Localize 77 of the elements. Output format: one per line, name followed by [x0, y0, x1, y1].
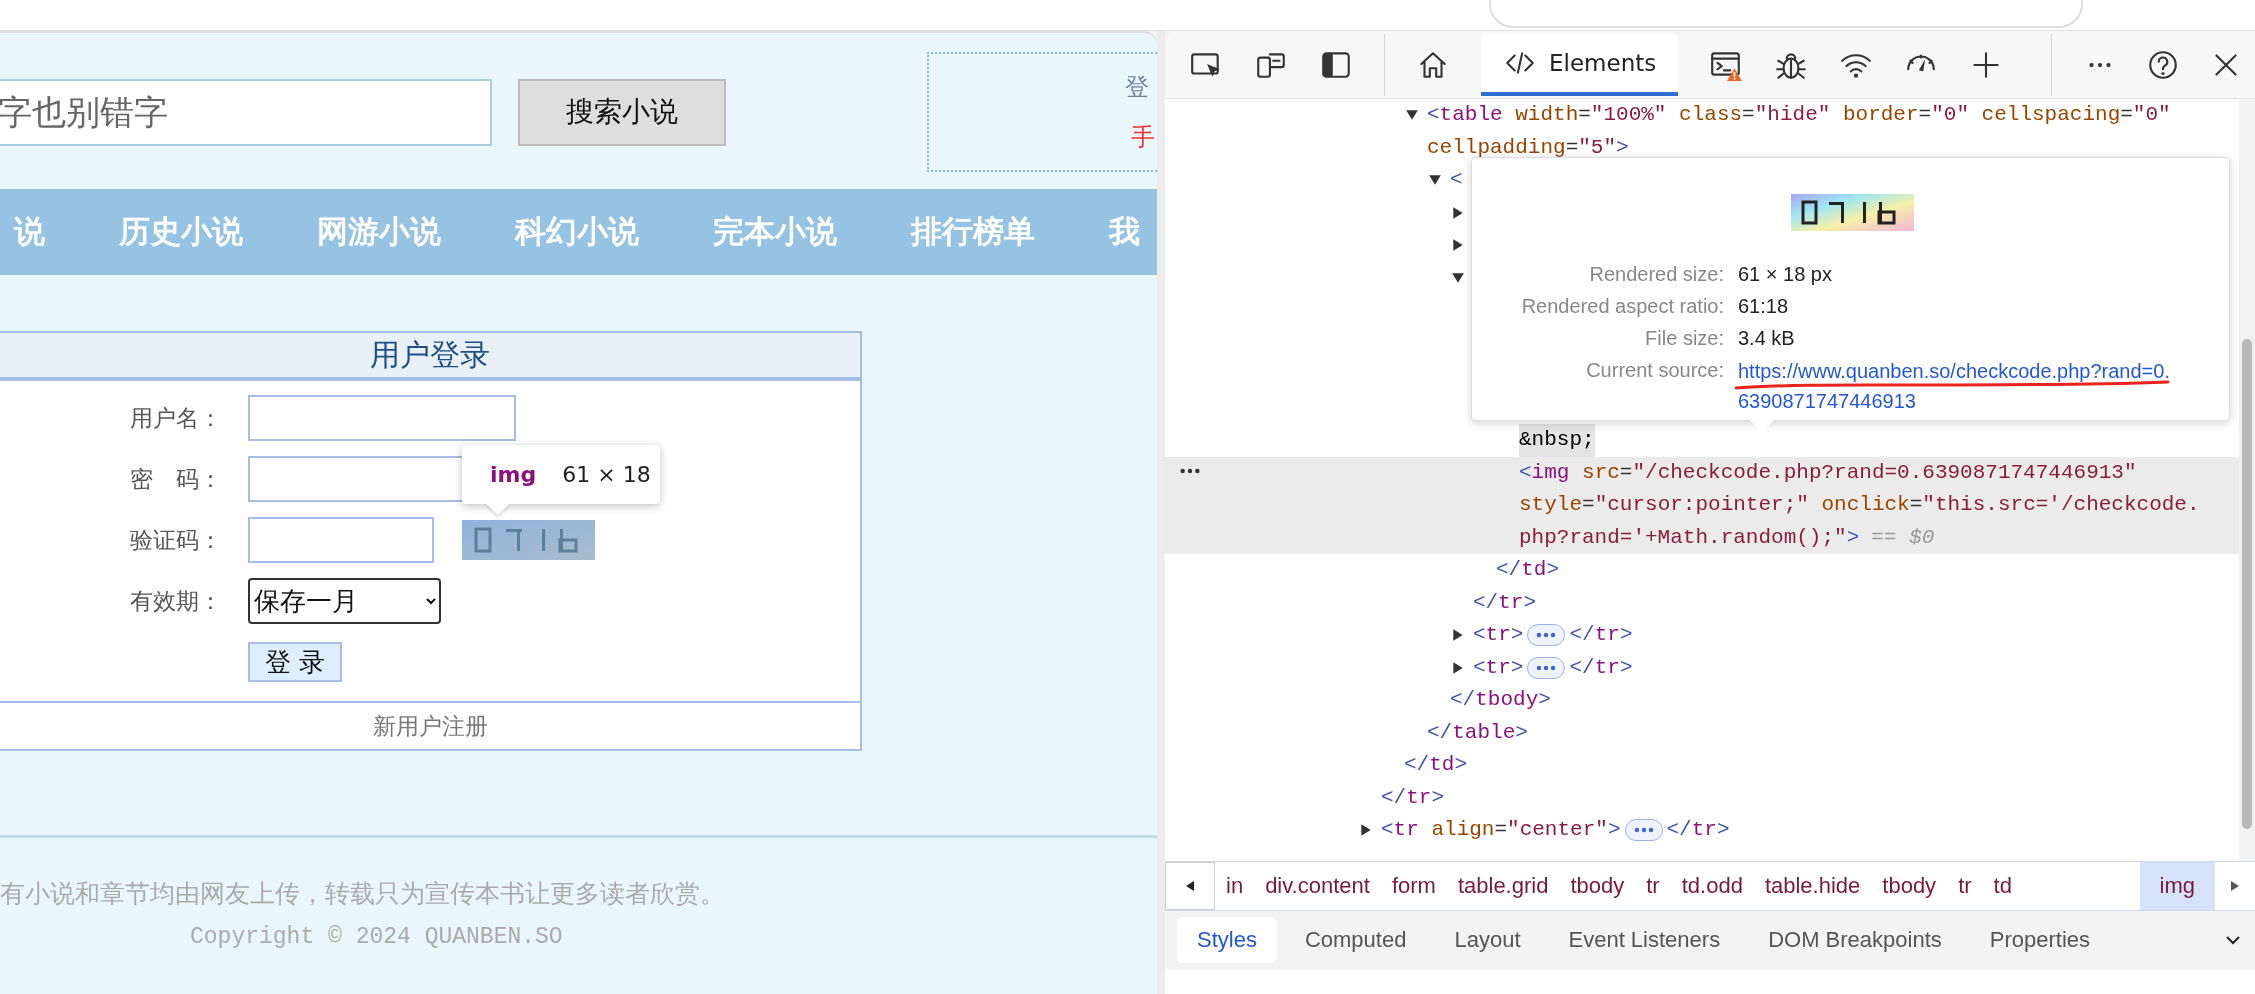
- expand-node-button[interactable]: [1527, 656, 1566, 679]
- panel-tab[interactable]: Layout: [1434, 917, 1541, 963]
- breadcrumb-item[interactable]: div.content: [1254, 862, 1381, 910]
- code-line: cellpadding="5">: [1427, 134, 1629, 161]
- chevron-down-icon[interactable]: [2225, 935, 2241, 945]
- breadcrumb-item[interactable]: img: [2139, 862, 2215, 910]
- breadcrumb-item[interactable]: td: [1982, 862, 2023, 910]
- code-line: style="cursor:pointer;" onclick="this.src='/checkcode.: [1519, 492, 2200, 518]
- code-line: <: [1450, 167, 1463, 193]
- property-label: Rendered size:: [1588, 262, 1724, 287]
- code-line: </tr>: [1569, 654, 1633, 681]
- field-label: 验证码：: [129, 526, 222, 555]
- breadcrumb-item[interactable]: tr: [1635, 862, 1671, 910]
- username-field[interactable]: [248, 395, 516, 441]
- caret-left-icon: [1185, 880, 1195, 892]
- code-line: </tr>: [1381, 784, 1445, 811]
- period-select[interactable]: 保存一月: [248, 578, 441, 624]
- code-line: <tr>: [1473, 622, 1524, 648]
- expand-arrow-icon[interactable]: [1359, 823, 1373, 838]
- source-link[interactable]: https://www.quanben.so/checkcode.php?rand=0.6390871747446913: [1738, 354, 2178, 416]
- caret-right-icon: [2230, 880, 2240, 892]
- copyright: Copyright © 2024 QUANBEN.SO: [190, 924, 563, 950]
- expand-arrow-icon[interactable]: [1451, 628, 1465, 643]
- code-line: </tr>: [1666, 817, 1730, 843]
- property-label: Current source:: [1585, 358, 1724, 383]
- login-link[interactable]: 手: [1131, 121, 1155, 153]
- code-line: </tr>: [1473, 589, 1537, 616]
- breadcrumb-item[interactable]: td.odd: [1670, 862, 1754, 910]
- expand-node-button[interactable]: [1624, 819, 1663, 842]
- property-label: File size:: [1644, 326, 1724, 351]
- login-title: 用户登录: [0, 333, 860, 381]
- login-button[interactable]: 登 录: [248, 642, 342, 682]
- more-icon[interactable]: [1179, 466, 1201, 475]
- panel-tab[interactable]: Computed: [1284, 917, 1427, 963]
- breadcrumb-item[interactable]: tr: [1947, 862, 1983, 910]
- code-line: </tbody>: [1450, 687, 1551, 713]
- search-button[interactable]: 搜索小说: [518, 78, 726, 146]
- property-label: Rendered aspect ratio:: [1520, 294, 1724, 319]
- code-line: </table>: [1427, 719, 1528, 746]
- footer-notice: 有小说和章节均由网友上传，转载只为宣传本书让更多读者欣赏。: [0, 879, 726, 909]
- code-line: <tr>: [1473, 654, 1524, 681]
- breadcrumb-item[interactable]: in: [1215, 862, 1255, 910]
- collapse-arrow-icon[interactable]: [1451, 270, 1465, 285]
- code-line: <table width="100%" class="hide" border="0" cellspacing="0": [1427, 102, 2171, 128]
- element-size: 61 × 18: [562, 462, 651, 487]
- code-line: <tr align="center">: [1381, 817, 1621, 843]
- tag-name: img: [490, 462, 537, 487]
- code-line: php?rand='+Math.random();">: [1519, 524, 1860, 551]
- field-label: 有效期：: [129, 587, 222, 616]
- code-line: </td>: [1496, 557, 1560, 583]
- code-line: </td>: [1404, 752, 1468, 778]
- captcha-field[interactable]: [248, 517, 434, 563]
- code-line: <img src="/checkcode.php?rand=0.6390871747446913": [1519, 459, 2137, 486]
- breadcrumb-item[interactable]: tbody: [1559, 862, 1636, 910]
- register-link[interactable]: 新用户注册: [372, 710, 488, 742]
- panel-tab[interactable]: Properties: [1969, 917, 2111, 963]
- field-label: 密 码：: [129, 465, 222, 494]
- console-reference: == $0: [1871, 524, 1935, 551]
- property-value: 3.4 kB: [1738, 327, 1795, 349]
- field-label: 用户名：: [129, 404, 222, 433]
- breadcrumb-item[interactable]: table.hide: [1753, 862, 1872, 910]
- property-value: 61:18: [1738, 295, 1789, 317]
- breadcrumb-item[interactable]: table.grid: [1446, 862, 1560, 910]
- elements-tab[interactable]: Elements: [1481, 33, 1679, 96]
- property-value: 61 × 18 px: [1738, 263, 1832, 285]
- expand-node-button[interactable]: [1527, 624, 1566, 647]
- breadcrumb-item[interactable]: form: [1380, 862, 1447, 910]
- expand-arrow-icon[interactable]: [1451, 205, 1465, 220]
- expand-arrow-icon[interactable]: [1451, 660, 1465, 675]
- expand-arrow-icon[interactable]: [1451, 238, 1465, 253]
- scrollbar[interactable]: [2239, 99, 2255, 861]
- breadcrumb-item[interactable]: tbody: [1871, 862, 1948, 910]
- panel-tab[interactable]: DOM Breakpoints: [1748, 917, 1962, 963]
- panel-tab[interactable]: Event Listeners: [1548, 917, 1741, 963]
- login-label: 登: [1125, 73, 1149, 102]
- code-line: </tr>: [1569, 622, 1633, 648]
- panel-tab[interactable]: Styles: [1177, 917, 1277, 963]
